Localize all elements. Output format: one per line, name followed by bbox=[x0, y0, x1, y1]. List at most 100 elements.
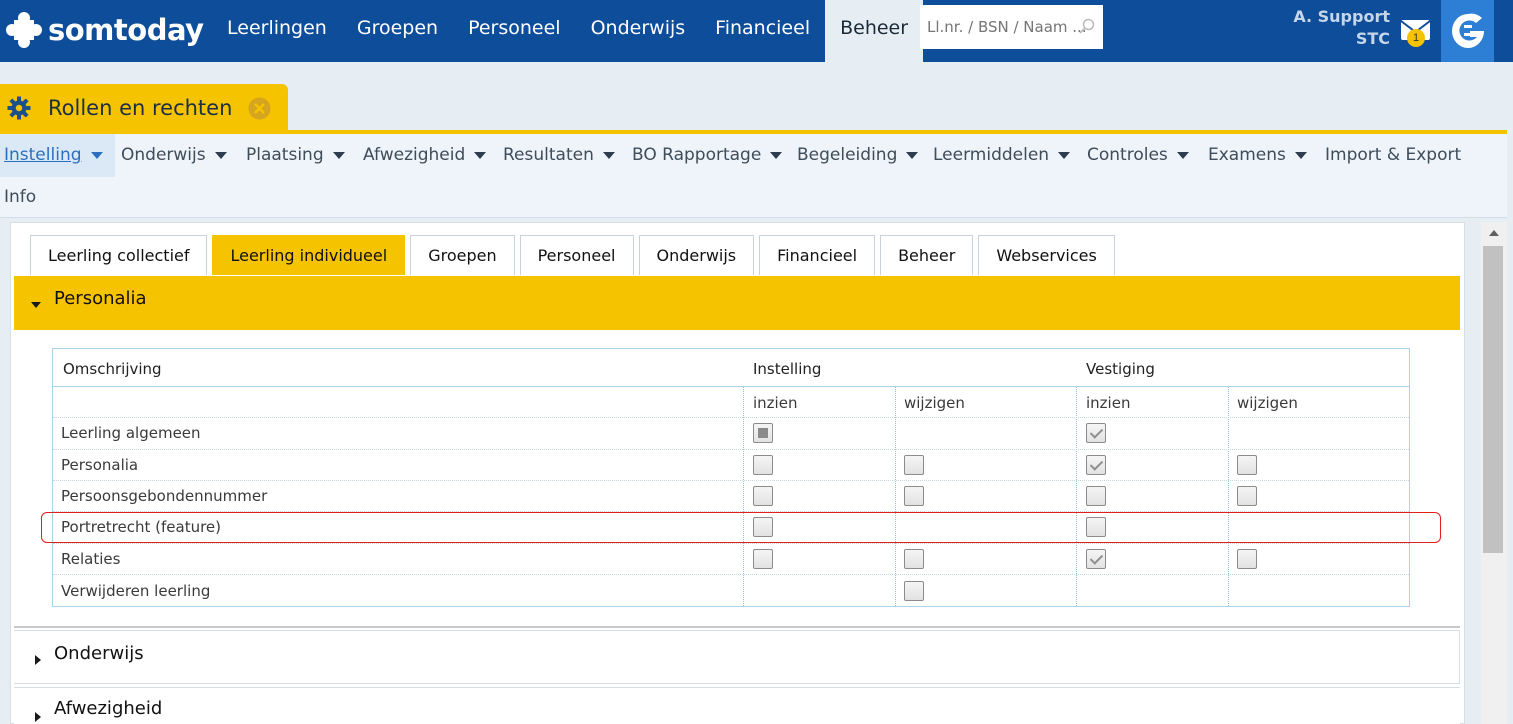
subnav-instelling[interactable]: Instelling bbox=[0, 134, 115, 177]
top-bar: somtoday Leerlingen Groepen Personeel On… bbox=[0, 0, 1513, 62]
checkbox-vestiging-inzien[interactable] bbox=[1086, 549, 1106, 569]
subnav-leermiddelen[interactable]: Leermiddelen bbox=[933, 134, 1071, 177]
apps-button[interactable] bbox=[1441, 0, 1494, 62]
chevron-down-icon bbox=[602, 151, 615, 159]
scrollbar-thumb[interactable] bbox=[1483, 246, 1503, 553]
checkbox-instelling-wijzigen[interactable] bbox=[904, 455, 924, 475]
chevron-down-icon bbox=[90, 151, 103, 159]
section-personalia-header[interactable]: Personalia bbox=[14, 276, 1460, 330]
header-instelling: Instelling bbox=[753, 360, 822, 378]
highlight-annotation bbox=[41, 512, 1441, 543]
chevron-down-icon bbox=[770, 151, 783, 159]
checkbox-vestiging-wijzigen[interactable] bbox=[1237, 486, 1257, 506]
row-divider bbox=[53, 574, 1409, 575]
subheader-instelling-wijzigen: wijzigen bbox=[904, 394, 965, 412]
subheader-vestiging-inzien: inzien bbox=[1086, 394, 1131, 412]
checkbox-vestiging-inzien[interactable] bbox=[1086, 455, 1106, 475]
subnav-leermiddelen-label: Leermiddelen bbox=[933, 145, 1050, 165]
sub-nav: Instelling Onderwijs Plaatsing Afwezighe… bbox=[0, 134, 1507, 218]
section-personalia-title: Personalia bbox=[54, 288, 147, 309]
chevron-down-icon bbox=[1058, 151, 1071, 159]
subnav-info-label: Info bbox=[4, 187, 37, 207]
chevron-down-icon bbox=[1176, 151, 1189, 159]
subnav-afwezigheid-label: Afwezigheid bbox=[363, 145, 466, 165]
main-nav-groepen[interactable]: Groepen bbox=[342, 0, 453, 62]
tab-leerling-individueel[interactable]: Leerling individueel bbox=[212, 235, 406, 275]
checkbox-instelling-wijzigen[interactable] bbox=[904, 486, 924, 506]
somtoday-logo[interactable]: somtoday bbox=[4, 8, 204, 52]
subnav-instelling-label: Instelling bbox=[4, 145, 82, 165]
page-tab-rollen-en-rechten[interactable]: Rollen en rechten bbox=[0, 84, 288, 130]
row-label-personalia: Personalia bbox=[61, 456, 139, 474]
section-afwezigheid[interactable]: Afwezigheid bbox=[14, 687, 1460, 724]
subnav-bo-rapportage[interactable]: BO Rapportage bbox=[632, 134, 783, 177]
checkbox-vestiging-inzien[interactable] bbox=[1086, 423, 1106, 443]
tab-groepen[interactable]: Groepen bbox=[410, 235, 515, 275]
subnav-afwezigheid[interactable]: Afwezigheid bbox=[363, 134, 487, 177]
main-nav-onderwijs[interactable]: Onderwijs bbox=[576, 0, 701, 62]
checkbox-instelling-wijzigen[interactable] bbox=[904, 581, 924, 601]
chevron-down-icon bbox=[474, 151, 487, 159]
row-divider bbox=[53, 543, 1409, 544]
tab-onderwijs[interactable]: Onderwijs bbox=[638, 235, 755, 275]
checkbox-vestiging-inzien[interactable] bbox=[1086, 486, 1106, 506]
row-label-persoonsgebondennummer: Persoonsgebondennummer bbox=[61, 487, 268, 505]
row-label-leerling-algemeen: Leerling algemeen bbox=[61, 424, 201, 442]
subnav-controles-label: Controles bbox=[1087, 145, 1168, 165]
scroll-up-arrow-icon[interactable] bbox=[1489, 230, 1499, 236]
subnav-examens[interactable]: Examens bbox=[1208, 134, 1307, 177]
tab-personeel[interactable]: Personeel bbox=[519, 235, 634, 275]
checkbox-vestiging-wijzigen[interactable] bbox=[1237, 549, 1257, 569]
checkbox-instelling-inzien[interactable] bbox=[753, 486, 773, 506]
checkbox-instelling-wijzigen[interactable] bbox=[904, 549, 924, 569]
subnav-resultaten[interactable]: Resultaten bbox=[503, 134, 615, 177]
subnav-onderwijs[interactable]: Onderwijs bbox=[121, 134, 227, 177]
subnav-import-export[interactable]: Import & Export bbox=[1325, 134, 1461, 177]
search-input[interactable] bbox=[920, 5, 1090, 49]
user-name: A. Support bbox=[1293, 7, 1390, 26]
checkbox-instelling-inzien[interactable] bbox=[753, 423, 773, 443]
header-omschrijving: Omschrijving bbox=[63, 360, 162, 378]
rights-table: Omschrijving Instelling Vestiging inzien… bbox=[52, 348, 1410, 607]
page-tab-title: Rollen en rechten bbox=[48, 96, 233, 120]
subnav-info[interactable]: Info bbox=[4, 176, 36, 219]
tab-beheer[interactable]: Beheer bbox=[880, 235, 974, 275]
main-nav-financieel[interactable]: Financieel bbox=[700, 0, 825, 62]
apps-logo-icon bbox=[1452, 13, 1484, 48]
expand-right-icon bbox=[35, 712, 41, 722]
main-nav-beheer[interactable]: Beheer bbox=[825, 0, 924, 62]
row-label-relaties: Relaties bbox=[61, 550, 121, 568]
expand-right-icon bbox=[35, 655, 41, 665]
tab-webservices[interactable]: Webservices bbox=[978, 235, 1115, 275]
search-icon[interactable] bbox=[1079, 18, 1095, 34]
main-nav-personeel[interactable]: Personeel bbox=[453, 0, 576, 62]
subnav-onderwijs-label: Onderwijs bbox=[121, 145, 206, 165]
subheader-vestiging-wijzigen: wijzigen bbox=[1237, 394, 1298, 412]
tab-leerling-collectief[interactable]: Leerling collectief bbox=[30, 235, 208, 275]
table-header: Omschrijving Instelling Vestiging bbox=[53, 349, 1409, 387]
edge-button[interactable] bbox=[1503, 0, 1513, 62]
chevron-down-icon bbox=[1294, 151, 1307, 159]
checkbox-instelling-inzien[interactable] bbox=[753, 549, 773, 569]
brand-name: somtoday bbox=[48, 13, 204, 47]
row-divider bbox=[53, 480, 1409, 481]
main-nav: Leerlingen Groepen Personeel Onderwijs F… bbox=[212, 0, 924, 62]
subnav-bo-rapportage-label: BO Rapportage bbox=[632, 145, 762, 165]
main-nav-leerlingen[interactable]: Leerlingen bbox=[212, 0, 342, 62]
row-divider bbox=[53, 449, 1409, 450]
row-divider bbox=[53, 417, 1409, 418]
subheader-instelling-inzien: inzien bbox=[753, 394, 798, 412]
tab-financieel[interactable]: Financieel bbox=[759, 235, 876, 275]
section-onderwijs-title: Onderwijs bbox=[54, 643, 144, 664]
subnav-controles[interactable]: Controles bbox=[1087, 134, 1189, 177]
expand-down-icon bbox=[31, 302, 41, 308]
subnav-plaatsing[interactable]: Plaatsing bbox=[246, 134, 345, 177]
section-onderwijs[interactable]: Onderwijs bbox=[14, 630, 1460, 684]
close-icon[interactable] bbox=[248, 97, 271, 120]
subnav-begeleiding[interactable]: Begeleiding bbox=[797, 134, 919, 177]
checkbox-instelling-inzien[interactable] bbox=[753, 455, 773, 475]
row-label-verwijderen-leerling: Verwijderen leerling bbox=[61, 582, 211, 600]
checkbox-vestiging-wijzigen[interactable] bbox=[1237, 455, 1257, 475]
somtoday-logo-icon bbox=[6, 12, 42, 48]
user-info[interactable]: A. Support STC bbox=[1290, 6, 1390, 50]
